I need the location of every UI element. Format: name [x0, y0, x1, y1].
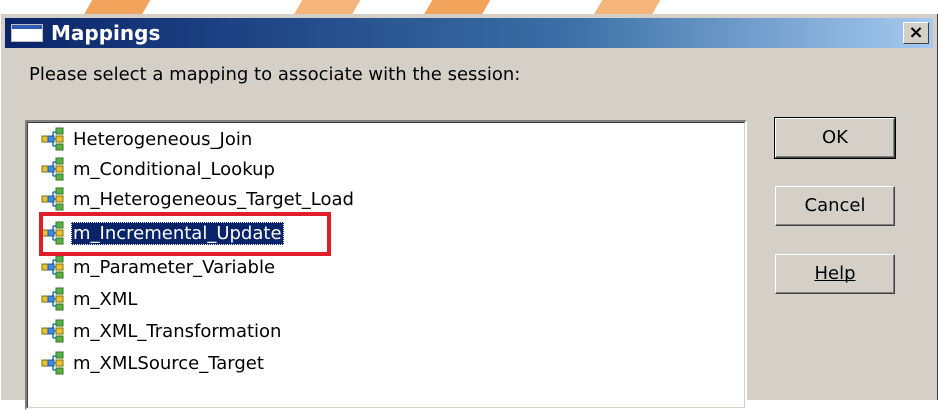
mapping-label: m_Heterogeneous_Target_Load	[73, 188, 354, 210]
help-button-label: Help	[814, 263, 856, 284]
title-bar[interactable]: Mappings ×	[5, 18, 933, 48]
list-item[interactable]: Heterogeneous_Join	[41, 124, 254, 154]
mapping-list[interactable]: Heterogeneous_Join m_Conditional_Lookup …	[25, 120, 747, 410]
list-item[interactable]: m_Parameter_Variable	[41, 252, 277, 282]
cancel-button[interactable]: Cancel	[775, 186, 895, 226]
ok-button-label: OK	[822, 127, 848, 148]
mapping-label: m_Incremental_Update	[71, 221, 284, 245]
mapping-label: m_XML_Transformation	[73, 320, 282, 342]
list-item[interactable]: m_XML	[41, 284, 139, 314]
watermark-shape	[84, 0, 154, 14]
list-item-selected[interactable]: m_Incremental_Update	[41, 218, 284, 248]
mapping-label: m_XMLSource_Target	[73, 352, 264, 374]
mappings-dialog: Mappings × Please select a mapping to as…	[0, 14, 938, 410]
mapping-label: Heterogeneous_Join	[73, 128, 253, 150]
mapping-icon	[41, 221, 64, 245]
list-item[interactable]: m_Heterogeneous_Target_Load	[41, 184, 356, 214]
mapping-icon	[41, 157, 64, 181]
mapping-icon	[41, 287, 64, 311]
mapping-icon	[41, 351, 64, 375]
watermark-shape	[424, 0, 494, 14]
mapping-icon	[41, 255, 64, 279]
mapping-label: m_XML	[73, 288, 138, 310]
list-item[interactable]: m_XMLSource_Target	[41, 348, 266, 378]
list-item[interactable]: m_Conditional_Lookup	[41, 154, 277, 184]
ok-button[interactable]: OK	[774, 117, 896, 159]
cancel-button-label: Cancel	[804, 195, 866, 216]
window-icon	[11, 24, 43, 42]
mapping-label: m_Conditional_Lookup	[73, 158, 275, 180]
mapping-label: m_Parameter_Variable	[73, 256, 276, 278]
dialog-title: Mappings	[51, 21, 161, 45]
help-button[interactable]: Help	[775, 254, 895, 294]
watermark-shape	[294, 0, 364, 14]
list-item[interactable]: m_XML_Transformation	[41, 316, 283, 346]
mapping-icon	[41, 127, 64, 151]
mapping-icon	[41, 187, 64, 211]
mapping-icon	[41, 319, 64, 343]
close-button[interactable]: ×	[903, 22, 929, 44]
watermark-shape	[594, 0, 664, 14]
watermark-strip	[0, 0, 938, 14]
instruction-text: Please select a mapping to associate wit…	[29, 64, 521, 85]
